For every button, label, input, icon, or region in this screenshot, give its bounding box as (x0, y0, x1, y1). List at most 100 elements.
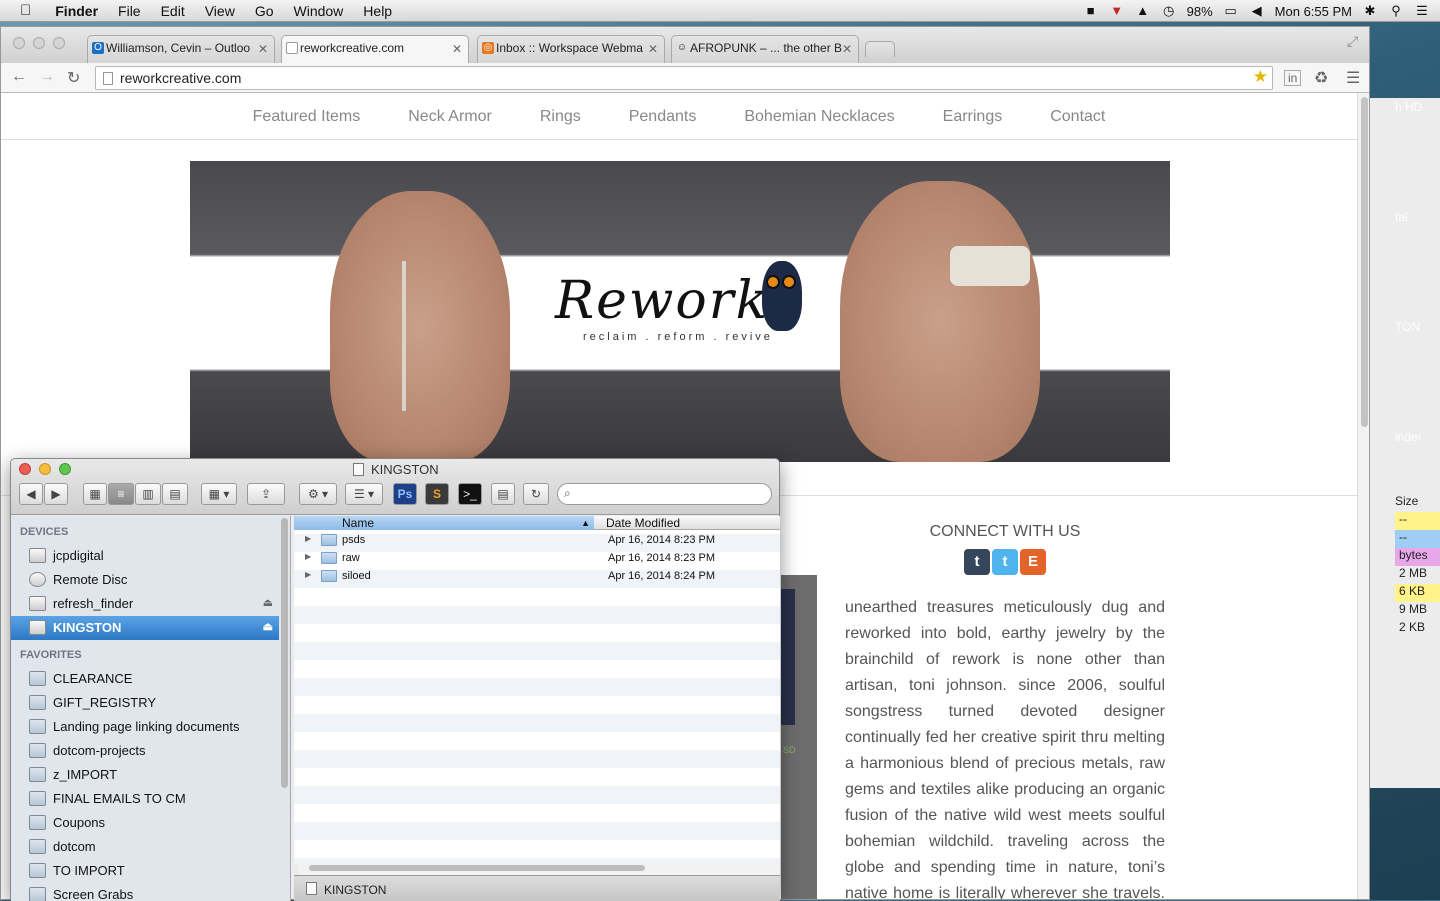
sublime-text-icon[interactable]: S (425, 483, 449, 505)
background-finder-window[interactable]: h HD tal TON inder Size -- -- bytes 2 MB… (1368, 98, 1440, 788)
sidebar-item-favorite[interactable]: TO IMPORT (11, 859, 279, 883)
shield-icon[interactable]: ▼ (1109, 4, 1125, 18)
nav-rings[interactable]: Rings (516, 93, 605, 139)
twitter-icon[interactable]: t (992, 549, 1018, 575)
archive-utility-icon[interactable]: ▤ (491, 483, 515, 505)
menu-help[interactable]: Help (353, 0, 402, 22)
file-row[interactable]: ▶ raw Apr 16, 2014 8:23 PM (294, 549, 780, 567)
close-tab-icon[interactable]: ✕ (258, 42, 268, 56)
horizontal-scrollbar-thumb[interactable] (309, 865, 645, 871)
nav-earrings[interactable]: Earrings (919, 93, 1027, 139)
sidebar-item-remote-disc[interactable]: Remote Disc (11, 568, 279, 592)
menu-file[interactable]: File (108, 0, 151, 22)
menu-app-finder[interactable]: Finder (45, 0, 108, 22)
close-tab-icon[interactable]: ✕ (842, 42, 852, 56)
forward-button[interactable]: ▶ (44, 483, 68, 505)
icon-view-button[interactable]: ▦ (83, 483, 107, 505)
tab-outlook[interactable]: O Williamson, Cevin – Outloo ✕ (87, 35, 275, 63)
sidebar-item-kingston[interactable]: KINGSTON ⏏ (11, 616, 279, 640)
bookmark-star-icon[interactable]: ★ (1253, 67, 1268, 87)
disclosure-triangle-icon[interactable]: ▶ (305, 534, 311, 543)
clock[interactable]: Mon 6:55 PM (1275, 4, 1352, 19)
sidebar-item-label: Coupons (53, 815, 106, 830)
tumblr-icon[interactable]: t (964, 549, 990, 575)
etsy-icon[interactable]: E (1020, 549, 1046, 575)
sidebar-item-favorite[interactable]: FINAL EMAILS TO CM (11, 787, 279, 811)
sidebar-item-favorite[interactable]: Coupons (11, 811, 279, 835)
time-machine-icon[interactable]: ◷ (1161, 4, 1177, 18)
close-tab-icon[interactable]: ✕ (648, 42, 658, 56)
menu-view[interactable]: View (195, 0, 245, 22)
tab-webmail[interactable]: ◎ Inbox :: Workspace Webma ✕ (477, 35, 665, 63)
menu-go[interactable]: Go (245, 0, 284, 22)
close-window-button[interactable] (19, 463, 31, 475)
battery-icon[interactable]: ▭ (1223, 4, 1239, 18)
column-header-date-modified[interactable]: Date Modified (606, 516, 680, 530)
new-tab-button[interactable] (865, 41, 895, 57)
action-gear-button[interactable]: ⚙ ▾ (299, 483, 337, 505)
menu-icon[interactable]: ☰ (1346, 68, 1360, 88)
nav-featured-items[interactable]: Featured Items (229, 93, 385, 139)
view-options-button[interactable]: ☰ ▾ (345, 483, 383, 505)
battery-percent[interactable]: 98% (1187, 4, 1213, 19)
sidebar-item-favorite[interactable]: dotcom (11, 835, 279, 859)
back-button[interactable]: ◀ (19, 483, 43, 505)
extension-linkedin-icon[interactable]: in (1284, 70, 1302, 86)
nav-pendants[interactable]: Pendants (605, 93, 721, 139)
refresh-button[interactable]: ↻ (523, 483, 549, 505)
fullscreen-icon[interactable]: ⤢ (1347, 33, 1358, 50)
wifi-icon[interactable]: ▲ (1135, 4, 1151, 18)
close-window-button[interactable] (13, 37, 25, 49)
forward-icon[interactable]: → (39, 68, 55, 86)
bluetooth-icon[interactable]: ✱ (1362, 4, 1378, 18)
sidebar-item-jcpdigital[interactable]: jcpdigital (11, 544, 279, 568)
minimize-window-button[interactable] (39, 463, 51, 475)
nav-neck-armor[interactable]: Neck Armor (384, 93, 516, 139)
disclosure-triangle-icon[interactable]: ▶ (305, 552, 311, 561)
close-tab-icon[interactable]: ✕ (452, 42, 462, 56)
search-input[interactable]: ⌕ (557, 483, 772, 505)
column-view-button[interactable]: ▥ (135, 483, 161, 505)
menu-window[interactable]: Window (284, 0, 354, 22)
column-header-name[interactable]: Name ▲ (294, 516, 594, 530)
list-view-button[interactable]: ≡ (108, 483, 134, 505)
lock-icon[interactable]: ■ (1083, 4, 1099, 18)
folder-icon (29, 839, 46, 854)
extension-recycle-icon[interactable]: ♻ (1314, 68, 1328, 88)
sidebar-item-favorite[interactable]: z_IMPORT (11, 763, 279, 787)
sidebar-item-refresh-finder[interactable]: refresh_finder ⏏ (11, 592, 279, 616)
path-bar-label[interactable]: KINGSTON (324, 883, 386, 897)
file-row[interactable]: ▶ siloed Apr 16, 2014 8:24 PM (294, 567, 780, 585)
volume-icon[interactable]: ◀ (1249, 4, 1265, 18)
zoom-window-button[interactable] (53, 37, 65, 49)
spotlight-search-icon[interactable]: ⚲ (1388, 4, 1404, 18)
menu-edit[interactable]: Edit (151, 0, 195, 22)
coverflow-view-button[interactable]: ▤ (162, 483, 188, 505)
disclosure-triangle-icon[interactable]: ▶ (305, 570, 311, 579)
arrange-button[interactable]: ▦ ▾ (201, 483, 237, 505)
photoshop-icon[interactable]: Ps (393, 483, 417, 505)
sidebar-item-favorite[interactable]: dotcom-projects (11, 739, 279, 763)
apple-menu-icon[interactable]:  (0, 0, 45, 22)
page-scrollbar-thumb[interactable] (1361, 97, 1368, 427)
eject-icon[interactable]: ⏏ (263, 596, 273, 609)
sidebar-item-favorite[interactable]: Landing page linking documents (11, 715, 279, 739)
sidebar-item-favorite[interactable]: GIFT_REGISTRY (11, 691, 279, 715)
back-icon[interactable]: ← (11, 68, 27, 86)
reload-icon[interactable]: ↻ (67, 68, 80, 88)
sidebar-scrollbar[interactable] (281, 518, 288, 788)
nav-bohemian-necklaces[interactable]: Bohemian Necklaces (720, 93, 918, 139)
tab-rework[interactable]: reworkcreative.com ✕ (281, 35, 469, 64)
minimize-window-button[interactable] (33, 37, 45, 49)
zoom-window-button[interactable] (59, 463, 71, 475)
file-row[interactable]: ▶ psds Apr 16, 2014 8:23 PM (294, 531, 780, 549)
sidebar-item-favorite[interactable]: CLEARANCE (11, 667, 279, 691)
address-bar[interactable]: reworkcreative.com ★ (95, 66, 1273, 90)
terminal-icon[interactable]: >_ (458, 483, 482, 505)
sidebar-item-favorite[interactable]: Screen Grabs (11, 883, 279, 901)
share-button[interactable]: ⇪ (247, 483, 285, 505)
nav-contact[interactable]: Contact (1026, 93, 1129, 139)
eject-icon[interactable]: ⏏ (263, 620, 273, 633)
tab-afropunk[interactable]: ☺ AFROPUNK – ... the other B ✕ (671, 35, 859, 63)
notification-center-icon[interactable]: ☰ (1414, 4, 1430, 18)
